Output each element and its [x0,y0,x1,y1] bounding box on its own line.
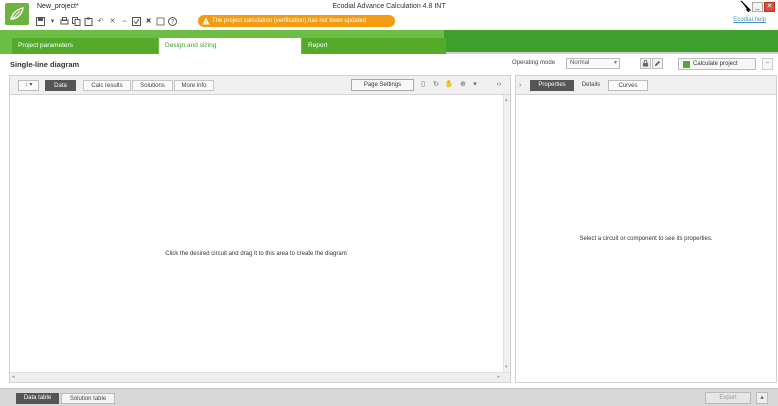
check-icon[interactable] [132,16,141,26]
expand-icon[interactable]: › [519,80,527,91]
diagram-panel: ↕ ▾ Data Calc results Solutions More inf… [9,75,511,383]
tab-more-info[interactable]: More info [174,80,214,91]
calculator-icon [683,61,690,68]
tab-details[interactable]: Details [577,80,605,91]
collapse-button[interactable]: − [762,58,773,70]
page-settings-button[interactable]: Page Settings [351,79,414,91]
bottom-bar: Data table Solution table Export ▴ [0,388,778,406]
lock-icon [642,60,649,67]
delete-icon[interactable]: ✕ [108,17,117,26]
diagram-toolbar: ↕ ▾ Data Calc results Solutions More inf… [10,76,510,95]
operating-mode-label: Operating mode [512,60,556,66]
main-tab-bar: Project parameters Design and sizing Rep… [0,30,778,54]
dropdown-icon[interactable]: ▾ [48,17,57,26]
tab-properties[interactable]: Properties [530,80,574,91]
paste-icon[interactable] [84,17,93,26]
edit-button[interactable] [652,58,663,69]
copy-icon[interactable] [72,16,81,26]
quick-toolbar: ▾ ↶ ✕ ⇔ ✖ ? [36,15,177,27]
tab-solutions[interactable]: Solutions [132,80,173,91]
app-title: Ecodial Advance Calculation 4.8 INT [332,3,446,10]
tab-project-parameters[interactable]: Project parameters [12,38,158,54]
horizontal-scrollbar[interactable]: ◂ ▸ [10,372,510,382]
square-icon[interactable] [156,17,165,26]
warning-icon [202,17,210,25]
diagram-canvas[interactable]: Click the desired circuit and drag it to… [10,95,502,372]
sub-header: Single-line diagram Operating mode Norma… [0,56,778,72]
vertical-scrollbar[interactable]: ▴ ▾ [503,95,510,372]
mouse-cursor-icon [740,0,752,12]
tab-solution-table[interactable]: Solution table [61,393,115,404]
help-icon[interactable]: ? [168,16,177,26]
properties-toolbar: › Properties Details Curves [516,76,776,95]
scroll-right-icon[interactable]: ▸ [497,374,500,380]
warning-text: The project calculation (verification) h… [212,18,367,24]
tab-data-table[interactable]: Data table [16,393,59,404]
calculate-project-label: Calculate project [693,61,738,67]
tab-design-and-sizing[interactable]: Design and sizing [159,38,301,54]
print-icon[interactable] [60,16,69,26]
tab-curves[interactable]: Curves [608,80,648,91]
properties-panel: › Properties Details Curves Select a cir… [515,75,777,383]
tab-data[interactable]: Data [45,80,76,91]
selection-dropdown[interactable]: ↕ ▾ [18,80,39,91]
page-title: Single-line diagram [10,60,80,69]
tools-icon[interactable]: ✖ [144,17,153,26]
title-bar: New_project* Ecodial Advance Calculation… [0,0,778,30]
tab-report[interactable]: Report [302,38,446,54]
scroll-up-icon[interactable]: ▴ [505,97,508,103]
hand-icon[interactable]: ✋ [444,80,454,90]
diagram-placeholder-message: Click the desired circuit and drag it to… [165,251,347,257]
close-button[interactable]: ✕ [764,2,775,12]
export-button[interactable]: Export [705,392,751,404]
help-link[interactable]: Ecodial.help [733,17,766,23]
warning-badge[interactable]: The project calculation (verification) h… [198,15,395,27]
expand-arrows-icon[interactable]: ‹› [494,80,504,90]
pencil-icon [654,60,661,67]
operating-mode-value: Normal [570,60,590,66]
scroll-down-icon[interactable]: ▾ [505,364,508,370]
operating-mode-select[interactable]: Normal ▾ [566,58,620,69]
properties-placeholder-message: Select a circuit or component to see its… [579,236,713,242]
undo-icon[interactable]: ↶ [96,17,105,26]
chevron-down-icon: ▾ [613,60,617,66]
save-icon[interactable] [36,16,45,26]
tab-calc-results[interactable]: Calc results [83,80,131,91]
bottom-collapse-button[interactable]: ▴ [756,392,768,404]
link-icon[interactable]: ⇔ [120,17,129,26]
zoom-icon[interactable]: ⊕ [458,80,468,90]
lock-button[interactable] [640,58,651,69]
page-icon[interactable]: ▯ [418,80,428,90]
rotate-icon[interactable]: ↻ [431,80,441,90]
scroll-left-icon[interactable]: ◂ [12,374,15,380]
minimize-button[interactable]: _ [752,2,763,12]
calculate-project-button[interactable]: Calculate project [678,58,756,70]
zoom-dropdown-icon[interactable]: ▾ [470,80,480,90]
